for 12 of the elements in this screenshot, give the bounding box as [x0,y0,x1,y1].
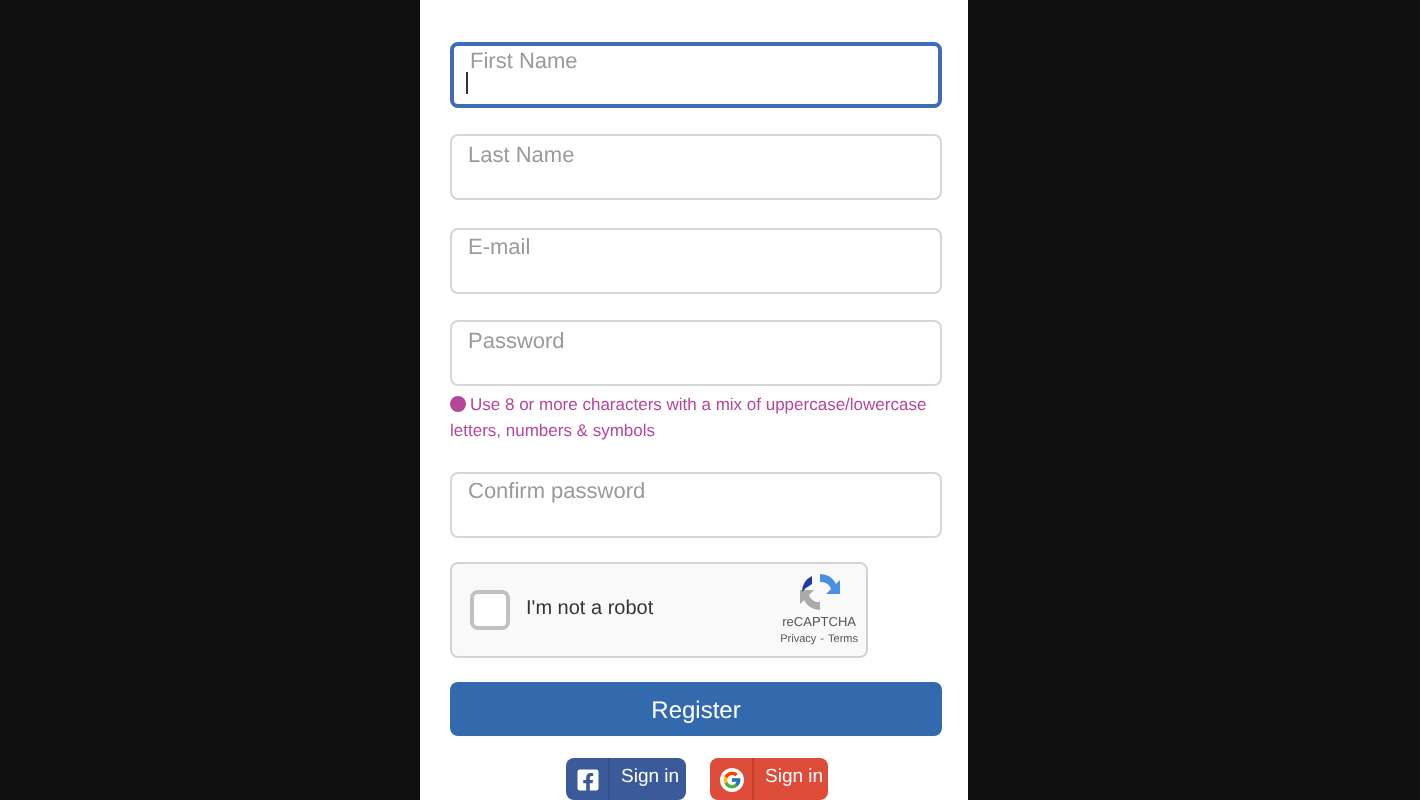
google-signin-button[interactable]: Sign in [709,758,827,800]
password-hint: Use 8 or more characters with a mix of uppercase/lowercase letters, numbers & symbols [450,392,929,444]
facebook-signin-button[interactable]: Sign in [565,758,685,800]
text-cursor-icon [466,72,468,94]
checkbox[interactable] [470,589,510,630]
input-field[interactable]: First Name [450,41,942,107]
captcha-label: I'm not a robot [526,596,656,625]
google-logo-icon [719,767,743,791]
recaptcha-logo-icon [797,570,842,615]
facebook-logo-icon [575,767,599,791]
info-icon [450,396,466,412]
register-button[interactable]: Register [450,682,942,736]
